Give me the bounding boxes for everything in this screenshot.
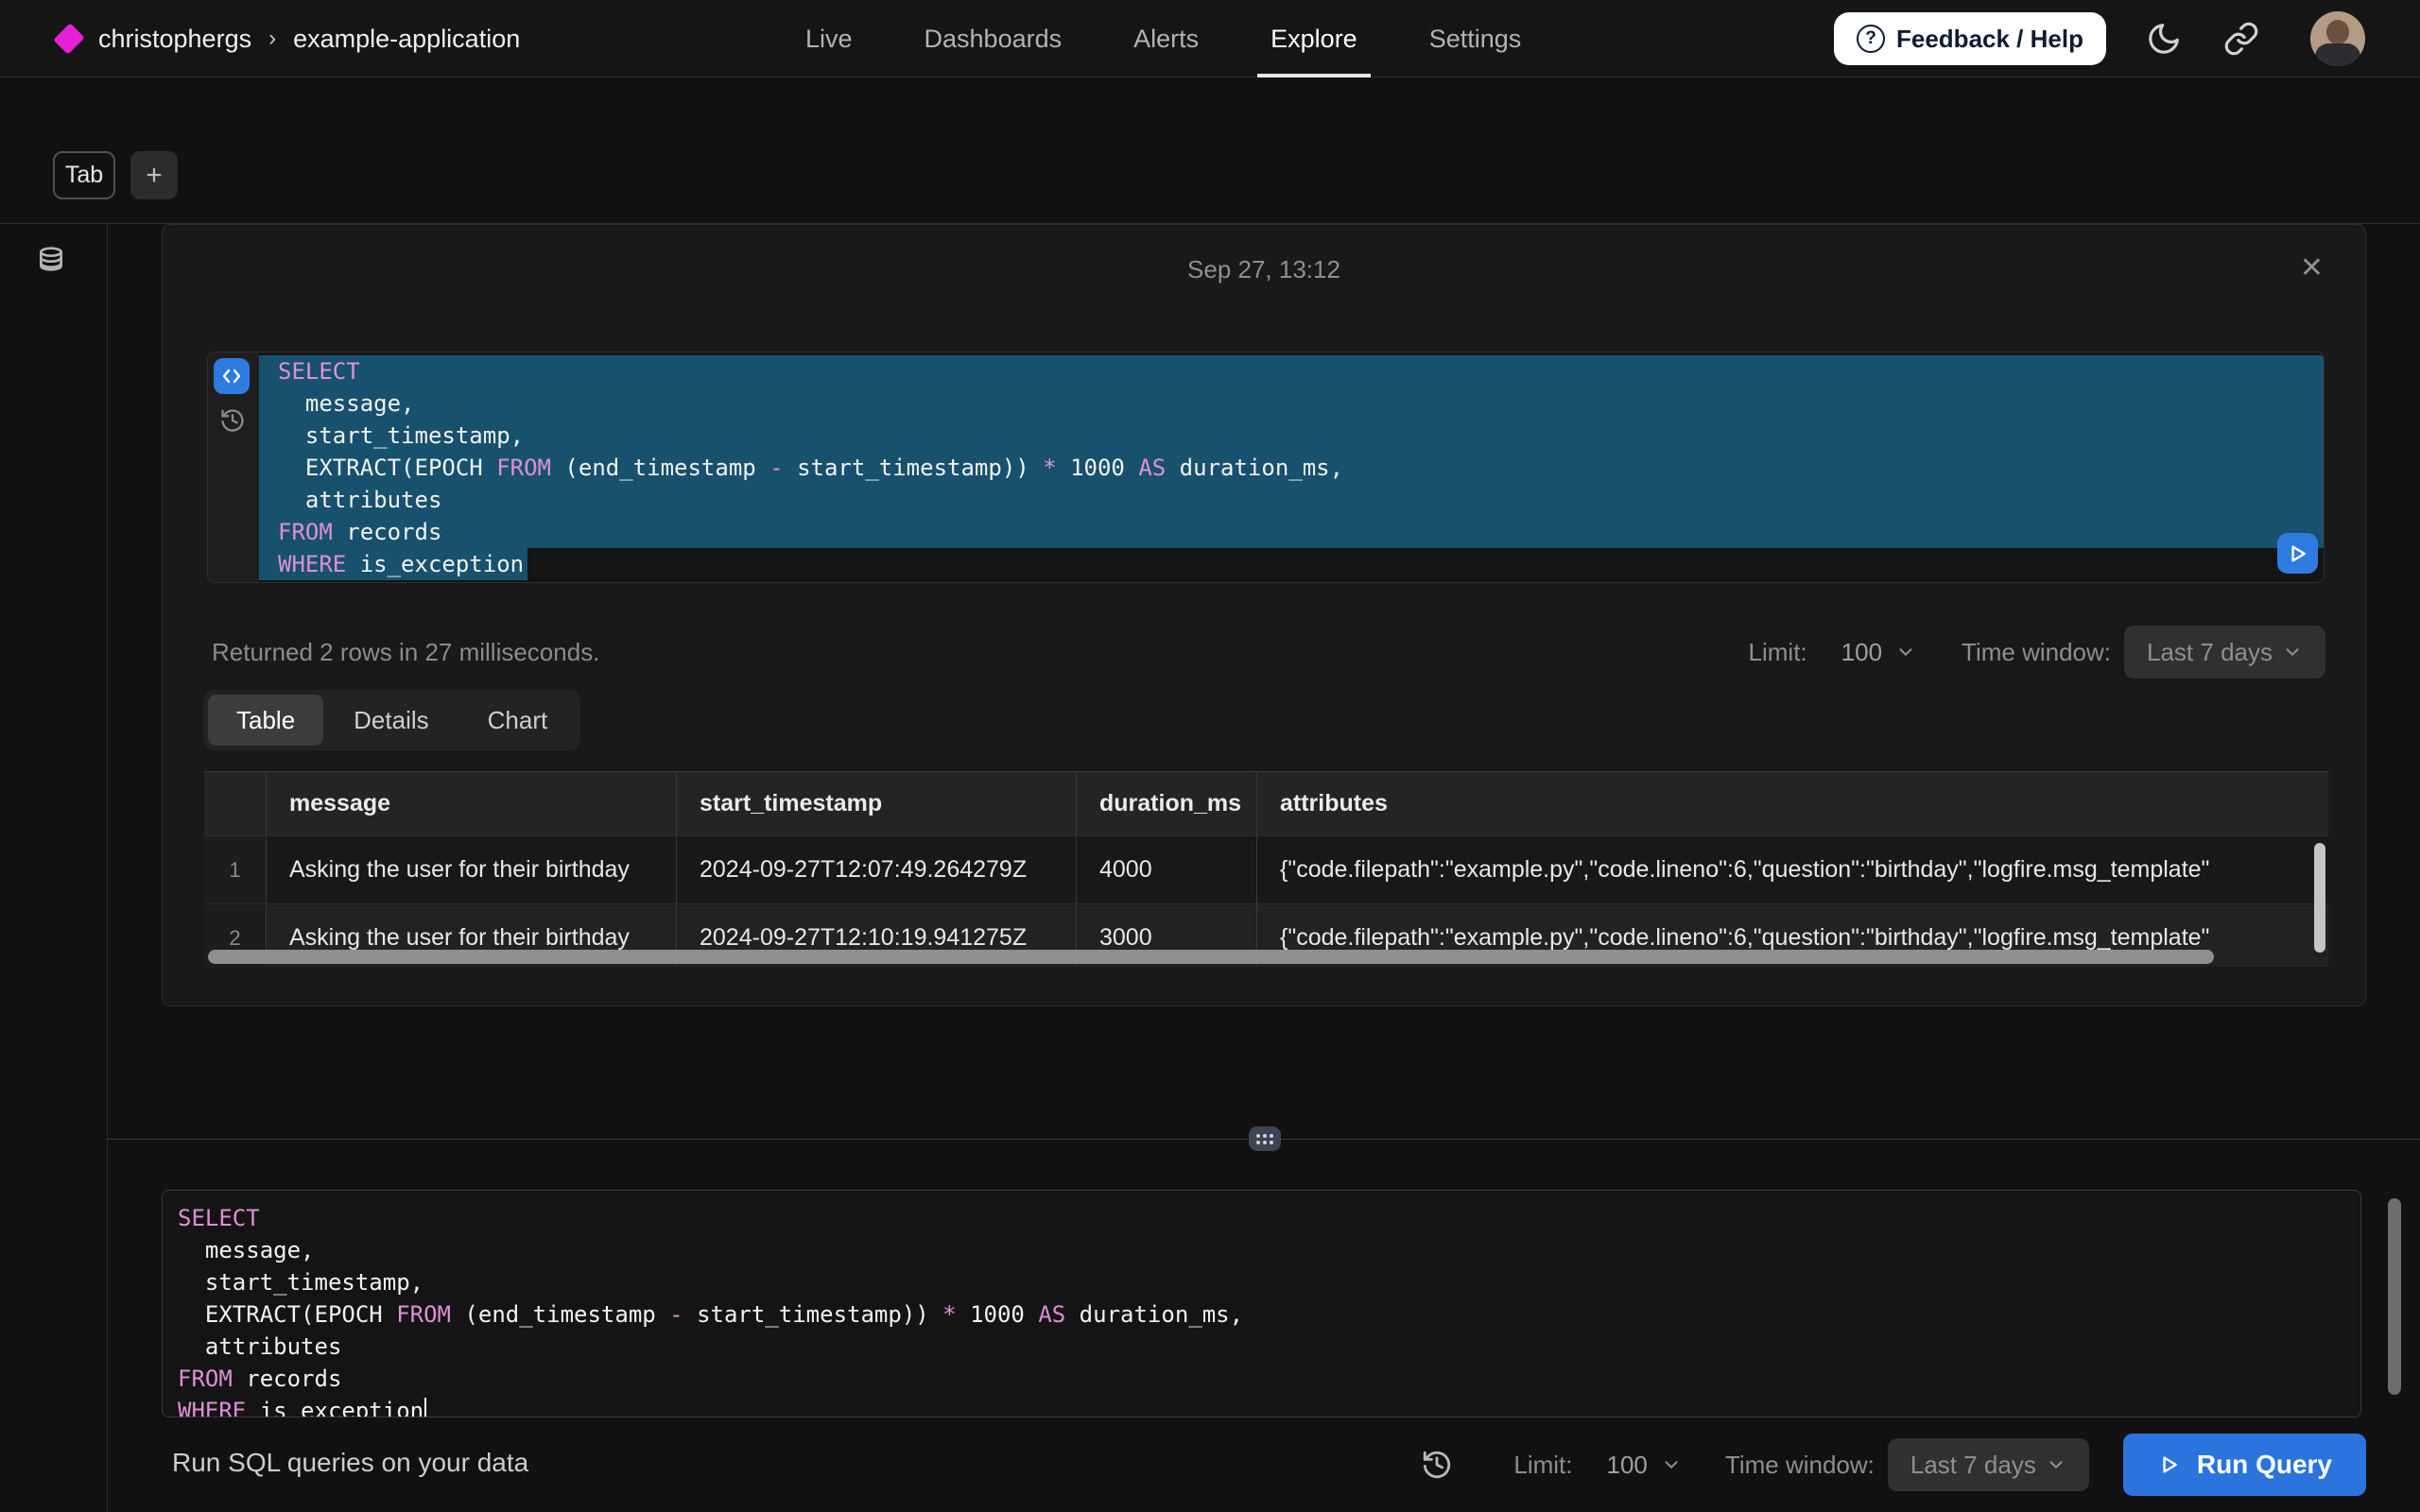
sql-line: SELECT — [259, 355, 2324, 387]
sidebar-divider — [107, 223, 108, 1512]
cell-message: Asking the user for their birthday — [266, 836, 676, 903]
add-tab-button[interactable]: + — [130, 151, 178, 199]
editor-vertical-scrollbar[interactable] — [2388, 1198, 2401, 1395]
grip-dots-icon — [1256, 1134, 1273, 1144]
query-history-button[interactable] — [1421, 1449, 1453, 1481]
result-summary: Returned 2 rows in 27 milliseconds. — [212, 638, 599, 667]
sql-line: WHERE is_exception — [163, 1395, 2360, 1418]
time-window-label: Time window: — [1725, 1451, 1875, 1480]
view-tab-chart[interactable]: Chart — [459, 695, 577, 746]
sql-line: FROM records — [259, 516, 2324, 548]
sql-line: SELECT — [163, 1202, 2360, 1234]
moon-icon — [2146, 21, 2182, 57]
editor-hint: Run SQL queries on your data — [172, 1448, 528, 1478]
view-tab-table[interactable]: Table — [208, 695, 323, 746]
time-window-dropdown[interactable]: Last 7 days — [2124, 626, 2325, 679]
database-icon — [36, 246, 66, 276]
query-tab[interactable]: Tab — [53, 151, 115, 199]
results-table: messagestart_timestampduration_msattribu… — [204, 771, 2328, 967]
editor-action-bar: Run SQL queries on your data Limit: 100 … — [108, 1418, 2420, 1512]
nav-item-dashboards[interactable]: Dashboards — [925, 0, 1063, 77]
limit-label: Limit: — [1513, 1451, 1572, 1480]
logfire-logo-icon[interactable] — [53, 23, 84, 54]
nav-item-settings[interactable]: Settings — [1429, 0, 1522, 77]
column-header-start_timestamp[interactable]: start_timestamp — [676, 772, 1076, 835]
sql-line: attributes — [259, 484, 2324, 516]
play-icon — [2157, 1452, 2182, 1477]
result-view-tabs: TableDetailsChart — [203, 690, 580, 750]
sql-editor[interactable]: SELECT message, start_timestamp, EXTRACT… — [162, 1190, 2361, 1418]
sql-line: start_timestamp, — [259, 420, 2324, 452]
table-row[interactable]: 1Asking the user for their birthday2024-… — [204, 835, 2328, 903]
query-sql-block: SELECT message, start_timestamp, EXTRACT… — [207, 352, 2325, 583]
sql-line: WHERE is_exception — [259, 548, 2324, 580]
link-icon — [2223, 21, 2259, 57]
view-tab-details[interactable]: Details — [325, 695, 457, 746]
breadcrumb-project[interactable]: example-application — [293, 25, 520, 54]
chevron-down-icon — [1661, 1454, 1682, 1475]
rerun-query-button[interactable] — [2277, 533, 2318, 574]
sql-line: FROM records — [163, 1363, 2360, 1395]
chevron-down-icon — [2046, 1454, 2066, 1475]
user-avatar[interactable] — [2310, 11, 2365, 66]
dark-mode-toggle[interactable] — [2146, 21, 2182, 57]
table-header-row: messagestart_timestampduration_msattribu… — [204, 771, 2328, 835]
feedback-help-button[interactable]: ? Feedback / Help — [1834, 12, 2106, 65]
limit-dropdown[interactable]: 100 — [1607, 1451, 1682, 1480]
resize-drag-handle[interactable] — [1249, 1126, 1281, 1151]
limit-label: Limit: — [1749, 638, 1807, 667]
schema-sidebar-button[interactable] — [36, 246, 66, 276]
row-number: 1 — [204, 836, 266, 903]
limit-value: 100 — [1607, 1451, 1648, 1480]
query-history-button[interactable] — [219, 407, 246, 434]
run-query-button[interactable]: Run Query — [2123, 1434, 2366, 1496]
time-window-dropdown[interactable]: Last 7 days — [1888, 1438, 2089, 1491]
chevron-down-icon — [2282, 642, 2303, 662]
column-header-duration_ms[interactable]: duration_ms — [1076, 772, 1256, 835]
executed-sql-code[interactable]: SELECT message, start_timestamp, EXTRACT… — [259, 352, 2324, 582]
breadcrumb: christophergs › example-application — [98, 0, 520, 77]
main-nav: Live Dashboards Alerts Explore Settings — [805, 0, 1521, 77]
top-nav: christophergs › example-application Live… — [0, 0, 2420, 77]
run-query-label: Run Query — [2197, 1450, 2332, 1480]
cell-duration-ms: 4000 — [1076, 836, 1256, 903]
limit-dropdown[interactable]: 100 — [1841, 638, 1916, 667]
feedback-help-label: Feedback / Help — [1896, 25, 2083, 54]
cell-start-timestamp: 2024-09-27T12:07:49.264279Z — [676, 836, 1076, 903]
history-icon — [1421, 1449, 1453, 1481]
chevron-down-icon — [1895, 642, 1916, 662]
play-icon — [2286, 541, 2310, 566]
sql-line: EXTRACT(EPOCH FROM (end_timestamp - star… — [163, 1298, 2360, 1331]
nav-item-explore[interactable]: Explore — [1270, 0, 1357, 77]
column-header-message[interactable]: message — [266, 772, 676, 835]
time-window-label: Time window: — [1962, 638, 2111, 667]
code-icon — [220, 365, 243, 387]
sql-line: EXTRACT(EPOCH FROM (end_timestamp - star… — [259, 452, 2324, 484]
table-vertical-scrollbar[interactable] — [2314, 843, 2325, 953]
share-link-button[interactable] — [2223, 21, 2259, 57]
history-icon — [219, 407, 246, 434]
avatar-image — [2326, 20, 2349, 44]
query-timestamp: Sep 27, 13:12 — [163, 255, 2365, 284]
row-number-header — [204, 772, 266, 835]
nav-item-alerts[interactable]: Alerts — [1133, 0, 1199, 77]
breadcrumb-separator-icon: › — [268, 26, 276, 52]
column-header-attributes[interactable]: attributes — [1256, 772, 2328, 835]
table-horizontal-scrollbar[interactable] — [208, 950, 2214, 964]
text-cursor — [424, 1398, 426, 1418]
cell-attributes: {"code.filepath":"example.py","code.line… — [1256, 836, 2328, 903]
limit-value: 100 — [1841, 638, 1882, 667]
time-window-value: Last 7 days — [2147, 638, 2273, 667]
close-icon[interactable]: ✕ — [2300, 251, 2324, 284]
question-circle-icon: ? — [1857, 25, 1885, 53]
breadcrumb-org[interactable]: christophergs — [98, 25, 251, 54]
nav-item-live[interactable]: Live — [805, 0, 853, 77]
sql-line: attributes — [163, 1331, 2360, 1363]
sql-line: start_timestamp, — [163, 1266, 2360, 1298]
copy-sql-to-editor-button[interactable] — [214, 358, 250, 394]
sql-line: message, — [259, 387, 2324, 420]
sql-line: message, — [163, 1234, 2360, 1266]
time-window-value: Last 7 days — [1910, 1451, 2036, 1480]
query-result-card: Sep 27, 13:12 ✕ SELECT message, start_ti… — [162, 224, 2366, 1006]
